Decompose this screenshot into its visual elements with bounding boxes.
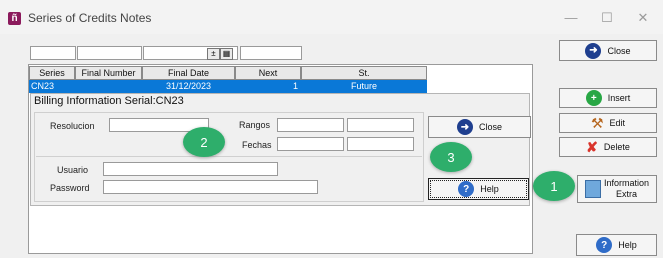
sidebar-help-label: Help <box>618 240 637 250</box>
password-input[interactable] <box>103 180 318 194</box>
app-icon: ñ <box>8 12 21 25</box>
spin-icon[interactable]: ± <box>207 48 220 60</box>
rangos-label: Rangos <box>239 120 271 130</box>
column-header-final-number[interactable]: Final Number <box>75 66 142 80</box>
sidebar-close-button[interactable]: ➜ Close <box>559 40 657 61</box>
callout-badge-2: 2 <box>183 127 225 157</box>
insert-label: Insert <box>607 93 631 103</box>
information-extra-button[interactable]: Information Extra <box>577 175 657 203</box>
billing-close-button[interactable]: ➜ Close <box>428 116 531 138</box>
rangos-to-input[interactable] <box>347 118 414 132</box>
callout-badge-3: 3 <box>430 142 472 172</box>
calendar-icon[interactable]: ▦ <box>220 48 233 60</box>
form-divider <box>36 156 422 157</box>
sidebar-help-button[interactable]: ? Help <box>576 234 657 256</box>
edit-button[interactable]: ⚒ Edit <box>559 113 657 133</box>
close-window-button[interactable]: ✕ <box>632 8 654 28</box>
usuario-label: Usuario <box>57 165 89 175</box>
row-status-cell[interactable]: Future <box>301 80 427 93</box>
delete-label: Delete <box>603 142 630 152</box>
info-document-icon <box>584 180 601 198</box>
password-label: Password <box>50 183 90 193</box>
row-final-number-cell[interactable] <box>75 80 142 93</box>
maximize-button[interactable]: ☐ <box>596 8 618 28</box>
column-header-final-date[interactable]: Final Date <box>142 66 235 80</box>
column-header-next[interactable]: Next <box>235 66 301 80</box>
row-next-cell[interactable]: 1 <box>235 80 301 93</box>
row-series-cell[interactable]: CN23 <box>29 80 75 93</box>
fechas-from-input[interactable] <box>277 137 344 151</box>
minimize-button[interactable]: — <box>560 8 582 28</box>
information-label-line2: Extra <box>615 189 637 199</box>
date-picker[interactable]: ± ▦ <box>207 48 233 60</box>
x-delete-icon: ✘ <box>586 138 598 155</box>
column-header-series[interactable]: Series <box>29 66 75 80</box>
fechas-label: Fechas <box>242 140 272 150</box>
row-final-date-cell[interactable]: 31/12/2023 <box>142 80 235 93</box>
rangos-from-input[interactable] <box>277 118 344 132</box>
delete-button[interactable]: ✘ Delete <box>559 137 657 157</box>
usuario-input[interactable] <box>103 162 278 176</box>
information-extra-label: Information Extra <box>604 178 649 200</box>
column-header-status[interactable]: St. <box>301 66 427 80</box>
filter-series-input[interactable] <box>30 46 76 60</box>
edit-label: Edit <box>609 118 626 128</box>
plus-icon: + <box>585 90 602 106</box>
sidebar-close-label: Close <box>607 45 631 56</box>
billing-close-label: Close <box>478 122 502 132</box>
help-icon: ? <box>458 181 475 197</box>
callout-badge-1: 1 <box>533 171 575 201</box>
arrow-right-icon: ➜ <box>456 119 473 135</box>
insert-button[interactable]: + Insert <box>559 88 657 108</box>
fechas-to-input[interactable] <box>347 137 414 151</box>
arrow-right-icon: ➜ <box>585 42 602 59</box>
billing-help-button[interactable]: ? Help <box>428 178 529 200</box>
filter-final-number-input[interactable] <box>77 46 142 60</box>
window-title: Series of Credits Notes <box>28 11 152 25</box>
hammer-icon: ⚒ <box>590 114 604 131</box>
help-icon: ? <box>596 237 613 253</box>
billing-help-label: Help <box>480 184 499 194</box>
resolucion-label: Resolucion <box>50 121 95 131</box>
information-label-line1: Information <box>603 178 650 188</box>
billing-title: Billing Information Serial:CN23 <box>34 95 184 107</box>
filter-next-input[interactable] <box>240 46 302 60</box>
